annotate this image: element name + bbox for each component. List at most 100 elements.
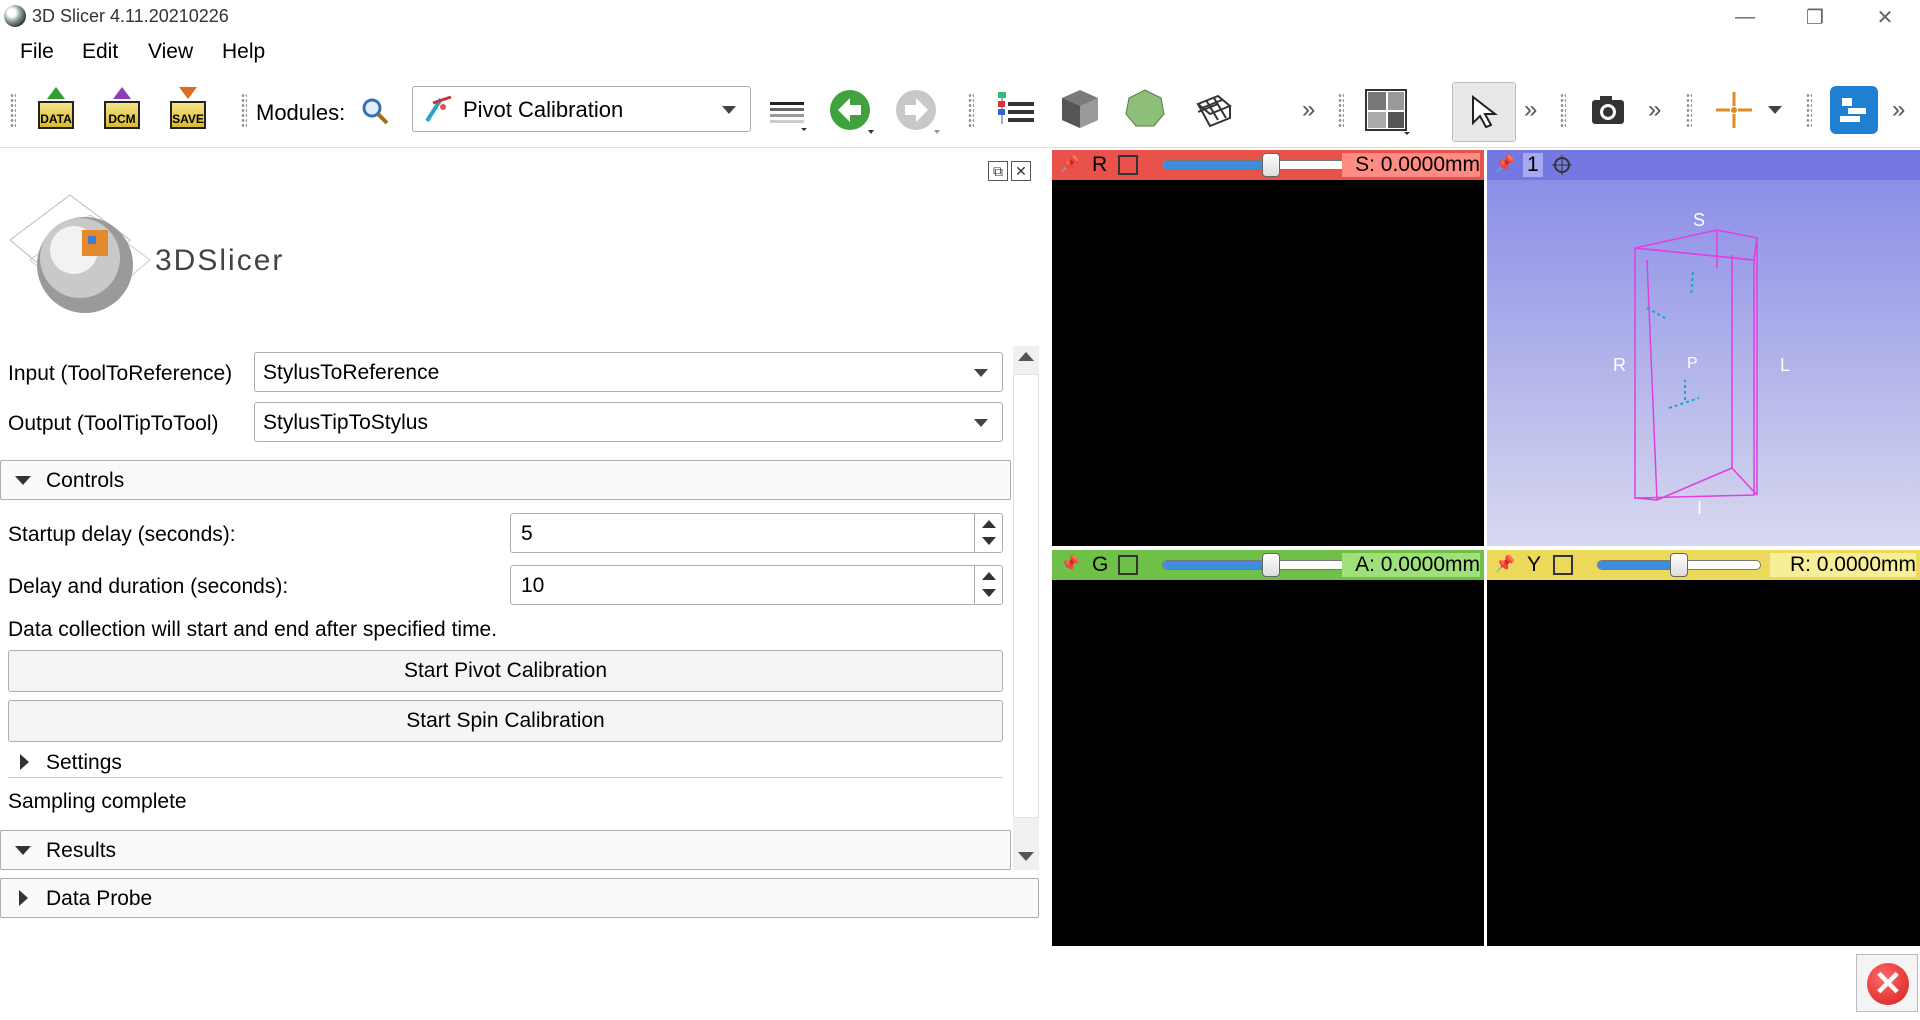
link-toggle-icon[interactable] [1118, 155, 1138, 175]
extension-manager-icon[interactable] [1830, 86, 1878, 134]
orient-label-left: L [1780, 355, 1791, 375]
link-toggle-icon[interactable] [1118, 555, 1138, 575]
collection-note: Data collection will start and end after… [8, 618, 498, 641]
scroll-up-icon[interactable] [1018, 352, 1034, 361]
output-transform-combo[interactable]: StylusTipToStylus [254, 402, 1003, 442]
minimize-button[interactable]: — [1710, 0, 1780, 34]
toolbar-grip[interactable] [1686, 93, 1692, 127]
module-selector[interactable]: Pivot Calibration [412, 86, 751, 132]
settings-header-label: Settings [46, 751, 122, 774]
startup-delay-label: Startup delay (seconds): [8, 523, 236, 546]
start-spin-calibration-button[interactable]: Start Spin Calibration [8, 700, 1003, 742]
toolbar-grip[interactable] [1806, 93, 1812, 127]
spin-down-icon[interactable] [982, 537, 996, 545]
toolbar-grip[interactable] [968, 93, 974, 127]
segment-grid-icon[interactable] [1192, 90, 1234, 132]
mouse-mode-button[interactable] [1452, 82, 1516, 142]
red-view-letter: R [1092, 153, 1108, 176]
layout-icon[interactable] [1364, 88, 1412, 136]
back-arrow-icon[interactable] [828, 88, 876, 136]
spin-up-icon[interactable] [982, 520, 996, 528]
orient-label-posterior: P [1687, 355, 1698, 372]
delay-duration-value: 10 [521, 574, 545, 597]
green-slice-slider-handle[interactable] [1262, 553, 1280, 577]
forward-arrow-icon[interactable] [894, 88, 942, 136]
undock-icon[interactable]: ⧉ [988, 161, 1008, 181]
pin-icon[interactable]: 📌 [1060, 155, 1080, 175]
red-slice-slider-handle[interactable] [1262, 153, 1280, 177]
menu-view[interactable]: View [148, 40, 193, 64]
scroll-down-icon[interactable] [1018, 852, 1034, 861]
toolbar-overflow-chevron[interactable]: » [1302, 96, 1315, 124]
start-pivot-calibration-button[interactable]: Start Pivot Calibration [8, 650, 1003, 692]
spin-buttons[interactable] [974, 566, 1002, 604]
data-probe-section-header[interactable]: Data Probe [0, 878, 1039, 918]
yellow-slice-slider-handle[interactable] [1670, 553, 1688, 577]
search-icon[interactable] [360, 96, 390, 126]
models-icon[interactable] [1124, 88, 1166, 130]
crosshair-dropdown-icon[interactable] [1768, 106, 1782, 114]
green-slice-view[interactable] [1052, 580, 1484, 946]
delay-duration-spinbox[interactable]: 10 [510, 565, 1003, 605]
maximize-button[interactable]: ❐ [1780, 0, 1850, 34]
data-tree-icon[interactable] [996, 90, 1038, 130]
pin-icon[interactable]: 📌 [1060, 555, 1080, 575]
toolbar-grip[interactable] [1338, 93, 1344, 127]
spin-up-icon[interactable] [982, 572, 996, 580]
yellow-slice-controller: 📌 Y R: 0.0000mm [1487, 550, 1920, 580]
green-slice-controller: 📌 G A: 0.0000mm [1052, 550, 1484, 580]
toolbar-overflow-chevron[interactable]: » [1648, 96, 1661, 124]
screenshot-camera-icon[interactable] [1588, 90, 1628, 130]
delay-duration-label: Delay and duration (seconds): [8, 575, 289, 598]
settings-section-header[interactable]: Settings [8, 748, 1003, 778]
controls-header-label: Controls [46, 469, 125, 492]
dcm-label: DCM [104, 101, 140, 129]
expand-arrow-icon [19, 890, 28, 906]
load-data-button[interactable]: DATA [34, 87, 78, 131]
modules-label: Modules: [256, 100, 346, 125]
menu-help[interactable]: Help [222, 40, 265, 64]
dicom-button[interactable]: DCM [100, 87, 144, 131]
expand-arrow-icon [20, 754, 29, 770]
toolbar-grip[interactable] [241, 93, 247, 127]
center-view-icon[interactable] [1551, 154, 1573, 176]
crosshair-icon[interactable] [1714, 90, 1754, 130]
close-panel-icon[interactable]: ✕ [1011, 161, 1031, 181]
pin-icon[interactable]: 📌 [1495, 155, 1515, 175]
volume-cube-icon[interactable] [1058, 86, 1102, 130]
scrollbar-thumb[interactable] [1013, 374, 1039, 818]
dicom-arrow-icon [113, 87, 131, 99]
red-slice-controller: 📌 R S: 0.0000mm [1052, 150, 1484, 180]
error-log-button[interactable]: ✕ [1856, 954, 1918, 1012]
save-button[interactable]: SAVE [166, 87, 210, 131]
spin-buttons[interactable] [974, 514, 1002, 552]
toolbar-grip[interactable] [1560, 93, 1566, 127]
collapse-arrow-icon [15, 846, 31, 855]
toolbar-overflow-chevron[interactable]: » [1892, 96, 1905, 124]
red-slice-slider-fill [1163, 161, 1271, 169]
menu-file[interactable]: File [20, 40, 54, 64]
title-bar: 3D Slicer 4.11.20210226 — ❐ ✕ [0, 0, 1920, 34]
pin-icon[interactable]: 📌 [1495, 555, 1515, 575]
close-window-button[interactable]: ✕ [1850, 0, 1920, 34]
toolbar-grip[interactable] [10, 93, 16, 127]
panel-dock-controls: ⧉ ✕ [985, 158, 1031, 182]
link-toggle-icon[interactable] [1553, 555, 1573, 575]
toolbar-overflow-chevron[interactable]: » [1524, 96, 1537, 124]
input-transform-combo[interactable]: StylusToReference [254, 352, 1003, 392]
results-section-header[interactable]: Results [0, 830, 1011, 870]
threed-view[interactable]: S I R L P [1487, 180, 1920, 546]
red-slice-view[interactable] [1052, 180, 1484, 546]
pointer-arrow-icon [1472, 95, 1498, 129]
yellow-slice-view[interactable] [1487, 580, 1920, 946]
threed-bounding-box [1634, 229, 1758, 501]
controls-section-header[interactable]: Controls [0, 460, 1011, 500]
menu-edit[interactable]: Edit [82, 40, 118, 64]
orient-label-right: R [1613, 355, 1626, 375]
yellow-slice-slider-fill [1598, 561, 1679, 569]
spin-down-icon[interactable] [982, 589, 996, 597]
threed-view-label: 1 [1523, 153, 1543, 177]
slicer-logo-text: 3DSlicer [155, 244, 285, 277]
view-history-icon[interactable] [768, 96, 808, 132]
startup-delay-spinbox[interactable]: 5 [510, 513, 1003, 553]
